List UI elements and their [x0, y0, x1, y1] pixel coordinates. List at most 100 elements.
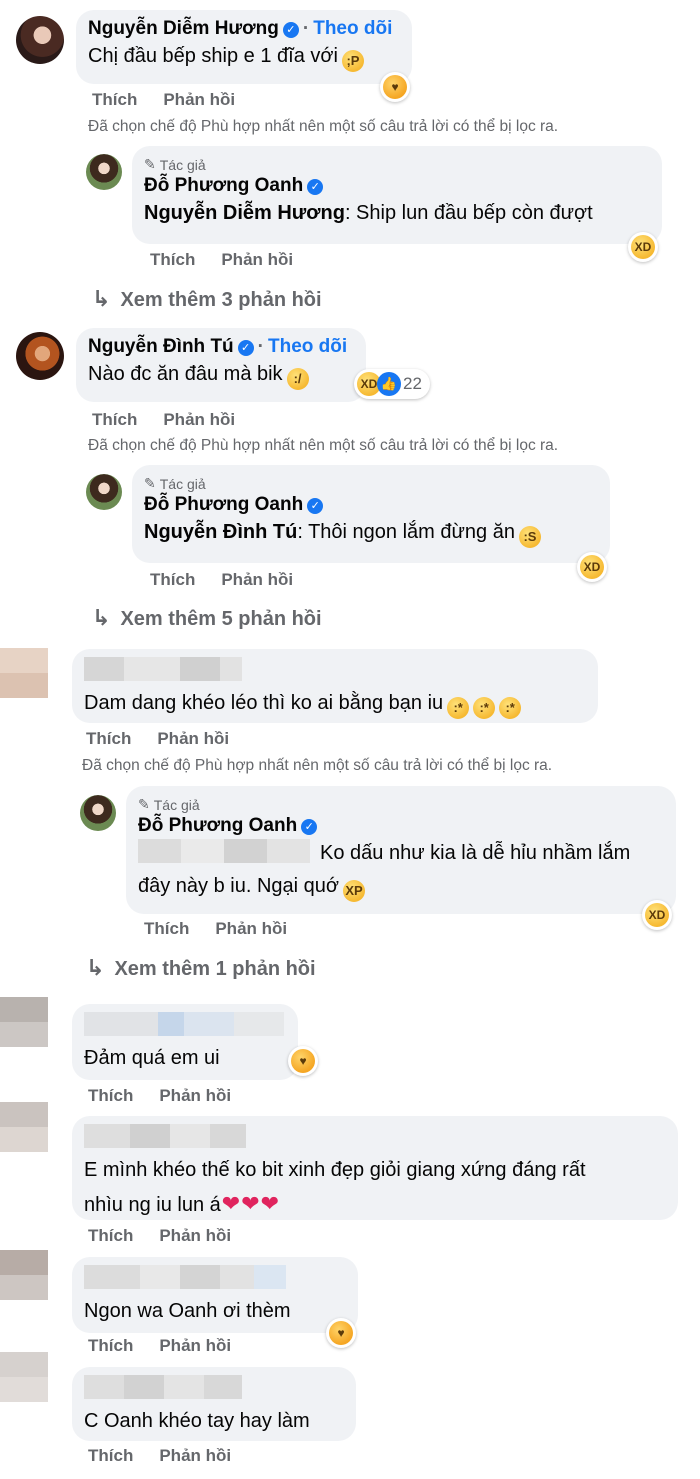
reply-text: : Thôi ngon lắm đừng ăn [297, 521, 515, 543]
reply-arrow-icon: ↳ [92, 286, 111, 311]
follow-link[interactable]: Theo dõi [268, 336, 347, 357]
replier-name[interactable]: Đỗ Phương Oanh [144, 494, 303, 515]
haha-reaction-icon[interactable]: XD [642, 900, 672, 930]
avatar[interactable] [86, 154, 122, 190]
like-link[interactable]: Thích [92, 90, 137, 109]
mention-link[interactable]: Nguyễn Diễm Hương [144, 202, 345, 224]
comment-text: Ngon wa Oanh ơi thèm [84, 1300, 291, 1322]
reply-text: : Ship lun đầu bếp còn đượt [344, 202, 593, 224]
comment-bubble: Đảm quá em ui [72, 1004, 298, 1080]
avatar-blurred[interactable] [0, 997, 48, 1047]
like-link[interactable]: Thích [88, 1086, 133, 1105]
mention-blurred[interactable] [138, 839, 310, 863]
heart-icon: ❤ [221, 1191, 241, 1216]
pencil-icon: ✎ [144, 156, 156, 172]
commenter-name-blurred[interactable] [84, 1265, 346, 1289]
heart-icon: ❤ [260, 1191, 280, 1216]
like-link[interactable]: Thích [144, 919, 189, 938]
verified-badge-icon: ✓ [237, 340, 254, 356]
kiss-emoji-icon: :* [473, 697, 496, 719]
like-link[interactable]: Thích [88, 1336, 133, 1355]
reply-link[interactable]: Phản hồi [157, 729, 229, 748]
avatar-blurred[interactable] [0, 1102, 48, 1152]
care-reaction-icon[interactable]: ♥ [288, 1046, 318, 1076]
like-link[interactable]: Thích [150, 250, 195, 269]
reply-link[interactable]: Phản hồi [159, 1086, 231, 1105]
haha-reaction-icon[interactable]: XD [577, 552, 607, 582]
haha-reaction-icon[interactable]: XD [628, 232, 658, 262]
pencil-icon: ✎ [144, 475, 156, 491]
reply-link[interactable]: Phản hồi [159, 1226, 231, 1245]
comment-bubble: E mình khéo thế ko bit xinh đẹp giỏi gia… [72, 1116, 678, 1220]
reply-bubble: ✎ Tác giả Đỗ Phương Oanh ✓ Ko dấu như kia … [126, 786, 676, 914]
reply-bubble: ✎ Tác giả Đỗ Phương Oanh ✓ Nguyễn Đình Tú:… [132, 465, 610, 563]
reply-text-line1: Ko dấu như kia là dễ hỉu nhầm lắm [320, 842, 631, 864]
comment-actions: Thích Phản hồi [88, 1226, 257, 1246]
commenter-name[interactable]: Nguyễn Đình Tú [88, 336, 234, 357]
verified-badge-icon: ✓ [301, 819, 318, 835]
comment-text: Chị đầu bếp ship e 1 đĩa với [88, 45, 338, 67]
commenter-name[interactable]: Nguyễn Diễm Hương [88, 18, 279, 39]
commenter-name-blurred[interactable] [84, 1012, 286, 1036]
reply-actions: Thích Phản hồi [144, 919, 313, 939]
commenter-name-blurred[interactable] [84, 1375, 344, 1399]
reaction-summary[interactable]: XD 👍 22 [354, 369, 430, 399]
like-link[interactable]: Thích [92, 410, 137, 429]
comment-actions: Thích Phản hồi [88, 1086, 257, 1106]
avatar-blurred[interactable] [0, 648, 48, 698]
care-reaction-icon[interactable]: ♥ [380, 72, 410, 102]
filter-note: Đã chọn chế độ Phù hợp nhất nên một số c… [88, 437, 559, 454]
comment-text: Dam dang khéo léo thì ko ai bằng bạn iu [84, 692, 444, 714]
commenter-name-blurred[interactable] [84, 657, 586, 681]
reply-actions: Thích Phản hồi [150, 570, 319, 590]
avatar-blurred[interactable] [0, 1352, 48, 1402]
comment-text: C Oanh khéo tay hay làm [84, 1410, 310, 1432]
comment-text-line2: nhìu ng iu lun á [84, 1194, 221, 1216]
like-link[interactable]: Thích [86, 729, 131, 748]
like-link[interactable]: Thích [150, 570, 195, 589]
view-more-replies[interactable]: ↳ Xem thêm 5 phản hồi [92, 605, 322, 631]
comment-actions: Thích Phản hồi [88, 1336, 257, 1356]
comment-actions: Thích Phản hồi [92, 90, 261, 110]
filter-note: Đã chọn chế độ Phù hợp nhất nên một số c… [88, 118, 559, 135]
filter-note: Đã chọn chế độ Phù hợp nhất nên một số c… [82, 757, 553, 774]
avatar[interactable] [16, 16, 64, 64]
reply-link[interactable]: Phản hồi [163, 90, 235, 109]
reply-bubble: ✎ Tác giả Đỗ Phương Oanh ✓ Nguyễn Diễm Hươ… [132, 146, 662, 244]
like-reaction-icon: 👍 [377, 372, 401, 396]
winking-tongue-emoji-icon: ;P [341, 50, 364, 72]
comment-bubble: C Oanh khéo tay hay làm [72, 1367, 356, 1441]
comment-bubble: Ngon wa Oanh ơi thèm [72, 1257, 358, 1333]
follow-link[interactable]: Theo dõi [313, 18, 392, 39]
reply-arrow-icon: ↳ [86, 955, 105, 980]
comment-text-line1: E mình khéo thế ko bit xinh đẹp giỏi gia… [84, 1159, 586, 1181]
like-link[interactable]: Thích [88, 1226, 133, 1245]
view-more-replies[interactable]: ↳ Xem thêm 1 phản hồi [86, 955, 316, 981]
pencil-icon: ✎ [138, 796, 150, 812]
avatar[interactable] [16, 332, 64, 380]
reply-link[interactable]: Phản hồi [221, 570, 293, 589]
commenter-name-blurred[interactable] [84, 1124, 666, 1148]
comment-actions: Thích Phản hồi [88, 1446, 257, 1466]
reply-link[interactable]: Phản hồi [159, 1336, 231, 1355]
reply-link[interactable]: Phản hồi [159, 1446, 231, 1465]
avatar[interactable] [86, 474, 122, 510]
like-link[interactable]: Thích [88, 1446, 133, 1465]
view-more-replies[interactable]: ↳ Xem thêm 3 phản hồi [92, 286, 322, 312]
replier-name[interactable]: Đỗ Phương Oanh [138, 815, 297, 836]
reply-link[interactable]: Phản hồi [221, 250, 293, 269]
care-reaction-icon[interactable]: ♥ [326, 1318, 356, 1348]
reply-link[interactable]: Phản hồi [215, 919, 287, 938]
avatar-blurred[interactable] [0, 1250, 48, 1300]
reply-arrow-icon: ↳ [92, 605, 111, 630]
reply-link[interactable]: Phản hồi [163, 410, 235, 429]
mention-link[interactable]: Nguyễn Đình Tú [144, 521, 297, 543]
avatar[interactable] [80, 795, 116, 831]
verified-badge-icon: ✓ [307, 179, 324, 195]
kiss-emoji-icon: :* [499, 697, 522, 719]
reply-text-line2: đây này b iu. Ngại quớ [138, 875, 340, 897]
comment-text: Đảm quá em ui [84, 1047, 220, 1069]
squint-tongue-emoji-icon: XP [343, 880, 366, 902]
comment-bubble: Nguyễn Diễm Hương ✓ · Theo dõi Chị đầu bếp … [76, 10, 412, 84]
replier-name[interactable]: Đỗ Phương Oanh [144, 175, 303, 196]
